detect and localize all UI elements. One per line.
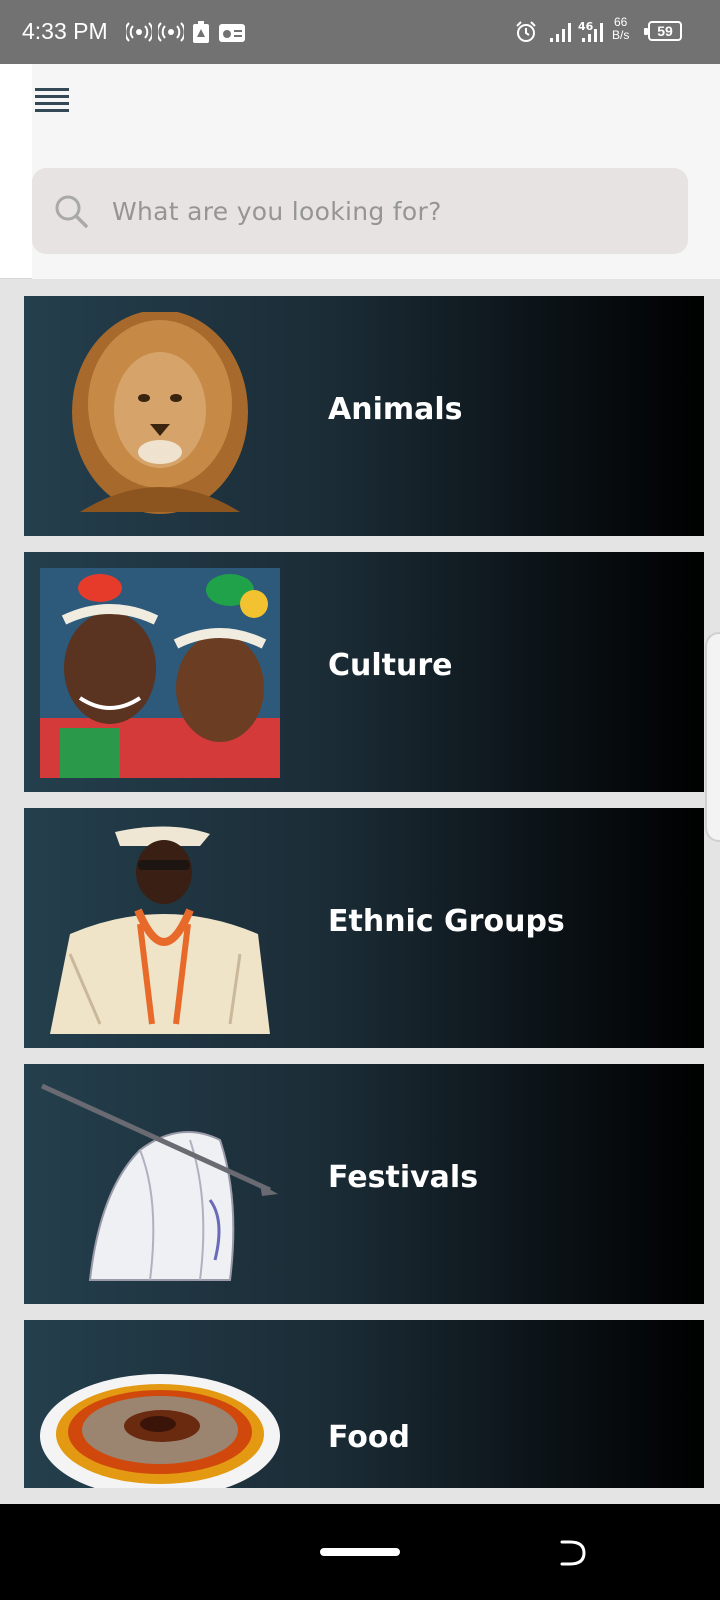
- edge-panel-handle[interactable]: [705, 632, 720, 842]
- category-card-festivals[interactable]: Festivals: [24, 1064, 704, 1304]
- radio-icon: [219, 24, 245, 42]
- ethnic-group-image: [50, 826, 270, 1034]
- signal-icon: [550, 23, 571, 42]
- category-card-food[interactable]: Food: [24, 1320, 704, 1488]
- culture-image: [40, 568, 280, 778]
- speed-unit: B/s: [612, 28, 630, 42]
- network-speed: 66 B/s: [612, 16, 629, 42]
- status-bar: 4:33 PM 46 66 B/s 59: [0, 0, 720, 64]
- battery-indicator: 59: [644, 21, 682, 41]
- category-label: Animals: [328, 392, 463, 427]
- category-label: Ethnic Groups: [328, 904, 565, 939]
- hotspot-icon: [126, 22, 152, 42]
- alarm-icon: [516, 21, 536, 42]
- search-icon: [55, 195, 88, 228]
- download-icon: [193, 21, 209, 43]
- hamburger-menu-icon[interactable]: [35, 88, 69, 112]
- category-label: Culture: [328, 648, 453, 683]
- home-gesture-pill[interactable]: [320, 1548, 400, 1556]
- category-card-animals[interactable]: Animals: [24, 296, 704, 536]
- category-card-ethnic-groups[interactable]: Ethnic Groups: [24, 808, 704, 1048]
- back-icon[interactable]: [556, 1536, 590, 1570]
- status-time: 4:33 PM: [22, 18, 108, 44]
- category-card-culture[interactable]: Culture: [24, 552, 704, 792]
- search-placeholder[interactable]: What are you looking for?: [112, 197, 442, 226]
- food-image: [40, 1374, 280, 1488]
- festival-image: [40, 1083, 278, 1281]
- category-label: Food: [328, 1420, 410, 1455]
- hotspot-icon: [158, 22, 184, 42]
- navigation-bar: [0, 1504, 720, 1600]
- search-bar[interactable]: What are you looking for?: [32, 168, 688, 254]
- category-label: Festivals: [328, 1160, 479, 1195]
- lion-image: [72, 312, 248, 514]
- signal-icon: [582, 23, 603, 42]
